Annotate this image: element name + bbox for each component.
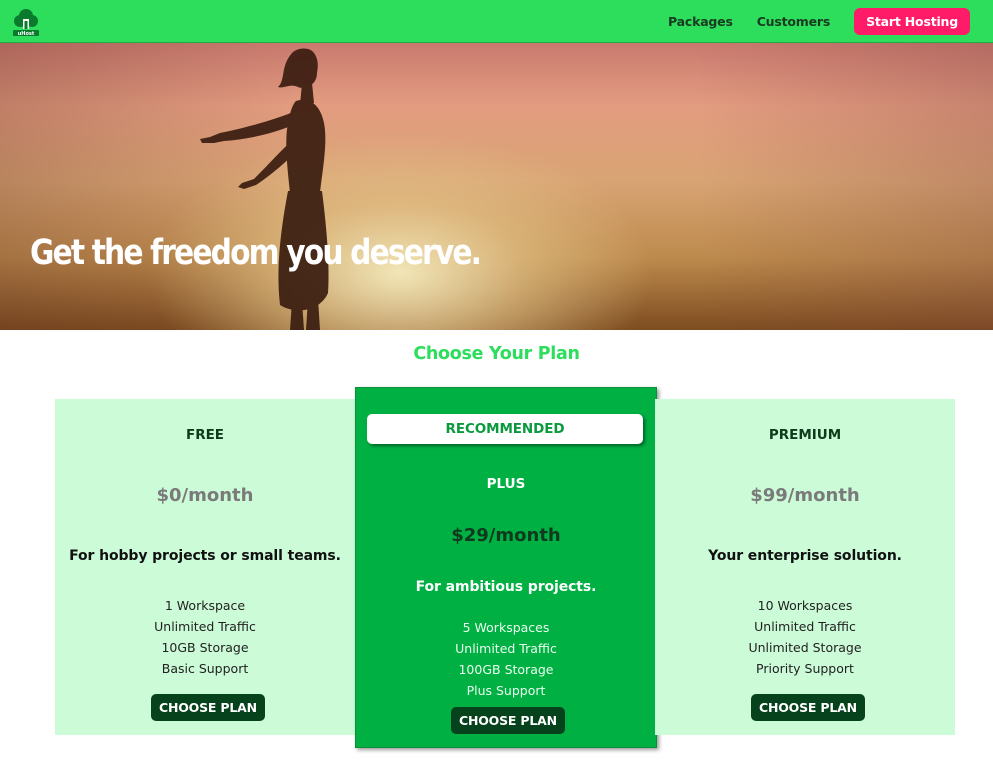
- plan-features-list: 1 Workspace Unlimited Traffic 10GB Stora…: [55, 595, 355, 679]
- plan-name: PLUS: [486, 476, 526, 492]
- plan-feature: Unlimited Traffic: [455, 641, 557, 656]
- plan-feature: Plus Support: [466, 683, 546, 698]
- plan-feature: Basic Support: [161, 661, 249, 676]
- logo-text: uHost: [18, 31, 35, 37]
- plan-feature: Priority Support: [756, 661, 854, 676]
- hero-title: Get the freedom you deserve.: [30, 233, 482, 273]
- plan-card-plus: RECOMMENDED PLUS $29/month For ambitious…: [355, 387, 657, 748]
- plan-features-list: 10 Workspaces Unlimited Traffic Unlimite…: [655, 595, 955, 679]
- plan-description: Your enterprise solution.: [708, 548, 902, 564]
- plan-name: FREE: [185, 427, 225, 443]
- section-title: Choose Your Plan: [413, 344, 580, 364]
- tree-logo-icon[interactable]: uHost: [11, 7, 41, 37]
- recommended-badge: RECOMMENDED: [367, 414, 643, 444]
- plan-features-list: 5 Workspaces Unlimited Traffic 100GB Sto…: [356, 617, 656, 701]
- plan-price: $0/month: [156, 485, 254, 506]
- woman-silhouette-image: [200, 48, 329, 330]
- plan-price: $99/month: [750, 485, 860, 506]
- nav-packages-link[interactable]: Packages: [668, 14, 733, 29]
- hero-banner: Get the freedom you deserve.: [0, 43, 993, 330]
- main-header: uHost Packages Customers Start Hosting: [0, 0, 993, 43]
- plan-feature: Unlimited Storage: [748, 640, 862, 655]
- choose-plan-plus-button[interactable]: CHOOSE PLAN: [451, 707, 565, 734]
- choose-plan-premium-button[interactable]: CHOOSE PLAN: [751, 694, 865, 721]
- plan-feature: Unlimited Traffic: [754, 619, 856, 634]
- plan-card-free: FREE $0/month For hobby projects or smal…: [55, 399, 355, 735]
- choose-plan-free-button[interactable]: CHOOSE PLAN: [151, 694, 265, 721]
- plan-price: $29/month: [451, 525, 561, 546]
- plan-feature: Unlimited Traffic: [154, 619, 256, 634]
- plan-feature: 10 Workspaces: [757, 598, 853, 613]
- plan-feature: 10GB Storage: [161, 640, 249, 655]
- plan-description: For hobby projects or small teams.: [69, 548, 341, 564]
- plan-feature: 100GB Storage: [458, 662, 554, 677]
- plan-name: PREMIUM: [768, 427, 842, 443]
- plan-description: For ambitious projects.: [415, 579, 597, 595]
- plan-feature: 5 Workspaces: [462, 620, 550, 635]
- start-hosting-button[interactable]: Start Hosting: [854, 8, 970, 35]
- plan-card-premium: PREMIUM $99/month Your enterprise soluti…: [655, 399, 955, 735]
- plan-feature: 1 Workspace: [164, 598, 246, 613]
- main-nav: Packages Customers Start Hosting: [668, 0, 970, 43]
- nav-customers-link[interactable]: Customers: [757, 14, 831, 29]
